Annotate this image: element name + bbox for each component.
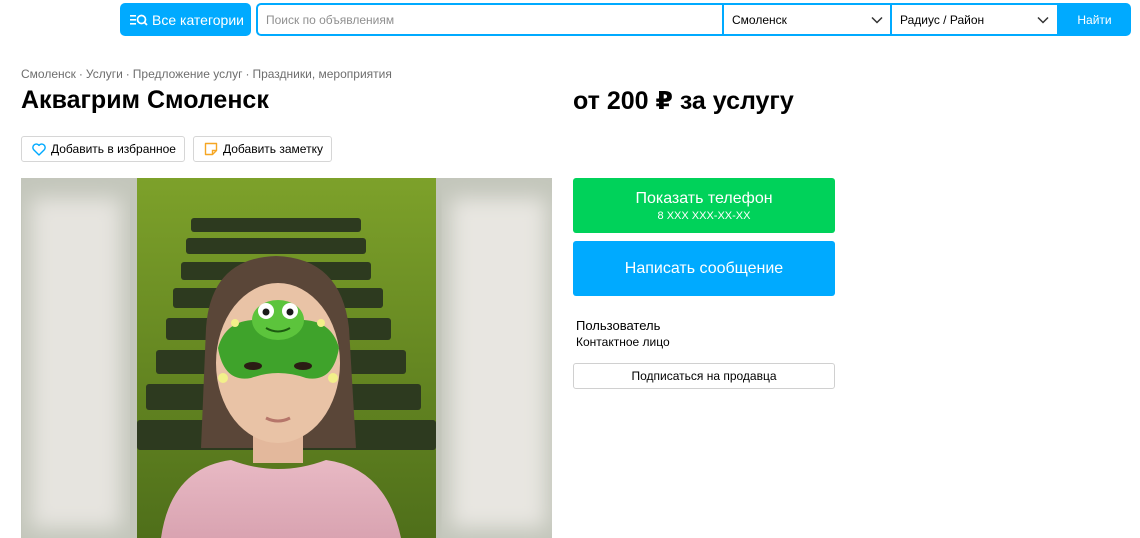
search-box <box>256 3 723 36</box>
chevron-down-icon <box>871 16 883 24</box>
city-select-value: Смоленск <box>732 12 787 27</box>
phone-number-masked: 8 XXX XXX-XX-XX <box>657 209 751 222</box>
breadcrumb-separator: · <box>125 67 130 81</box>
search-list-icon <box>130 13 148 27</box>
seller-name[interactable]: Пользователь <box>576 318 660 333</box>
add-to-favorites-label: Добавить в избранное <box>51 142 176 156</box>
header-bar: Все категории Смоленск Радиус / Район На… <box>0 0 1140 38</box>
show-phone-label: Показать телефон <box>635 189 773 207</box>
breadcrumb-link[interactable]: Праздники, мероприятия <box>252 67 391 81</box>
add-note-button[interactable]: Добавить заметку <box>193 136 332 162</box>
heart-icon <box>32 142 46 156</box>
chevron-down-icon <box>1037 16 1049 24</box>
breadcrumb: Смоленск · Услуги · Предложение услуг · Праздн… <box>21 67 392 81</box>
seller-role: Контактное лицо <box>576 335 670 349</box>
listing-photo[interactable] <box>21 178 552 538</box>
show-phone-button[interactable]: Показать телефон 8 XXX XXX-XX-XX <box>573 178 835 233</box>
add-to-favorites-button[interactable]: Добавить в избранное <box>21 136 185 162</box>
radius-select[interactable]: Радиус / Район <box>890 3 1059 36</box>
all-categories-button[interactable]: Все категории <box>120 3 251 36</box>
breadcrumb-link[interactable]: Смоленск <box>21 67 76 81</box>
listing-price: от 200 ₽ за услугу <box>573 87 794 115</box>
subscribe-seller-button[interactable]: Подписаться на продавца <box>573 363 835 389</box>
face-painting-photo <box>21 178 552 538</box>
breadcrumb-link[interactable]: Услуги <box>86 67 123 81</box>
breadcrumb-link[interactable]: Предложение услуг <box>133 67 243 81</box>
search-input[interactable] <box>258 5 723 34</box>
all-categories-label: Все категории <box>152 11 244 28</box>
write-message-button[interactable]: Написать сообщение <box>573 241 835 296</box>
breadcrumb-separator: · <box>78 67 83 81</box>
breadcrumb-separator: · <box>245 67 250 81</box>
radius-select-value: Радиус / Район <box>900 12 985 27</box>
page-title: Аквагрим Смоленск <box>21 86 269 114</box>
find-button[interactable]: Найти <box>1058 3 1131 36</box>
city-select[interactable]: Смоленск <box>722 3 891 36</box>
note-icon <box>204 142 218 156</box>
add-note-label: Добавить заметку <box>223 142 323 156</box>
